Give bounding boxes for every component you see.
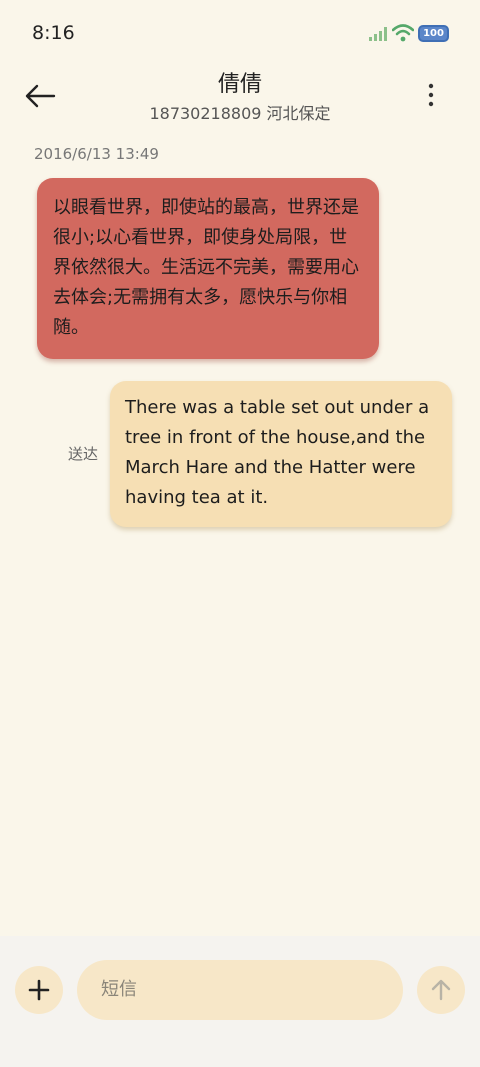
- outgoing-message-bubble[interactable]: There was a table set out under a tree i…: [110, 381, 452, 527]
- contact-name: 倩倩: [217, 72, 262, 97]
- more-vertical-icon[interactable]: [420, 80, 442, 110]
- delivery-status: 送达: [68, 445, 99, 463]
- contact-subtitle: 18730218809 河北保定: [149, 104, 331, 123]
- send-button[interactable]: [417, 966, 465, 1014]
- incoming-message-bubble[interactable]: 以眼看世界，即使站的最高，世界还是很小;以心看世界，即使身处局限，世界依然很大。…: [37, 178, 379, 359]
- add-attachment-button[interactable]: [15, 966, 63, 1014]
- status-bar: 8:16 100: [0, 0, 480, 66]
- message-input[interactable]: 短信: [77, 960, 403, 1020]
- wifi-icon: [392, 24, 414, 42]
- arrow-up-icon: [431, 979, 451, 1001]
- messaging-screen: 8:16 100 倩倩 18730218809 河北保定 2016/6/13 1…: [0, 0, 480, 1067]
- composer-bar: 短信: [0, 936, 480, 1067]
- conversation-header: 倩倩 18730218809 河北保定: [0, 66, 480, 128]
- status-time: 8:16: [32, 22, 75, 44]
- plus-icon: [28, 979, 50, 1001]
- message-timestamp: 2016/6/13 13:49: [34, 145, 159, 163]
- battery-icon: 100: [418, 25, 449, 42]
- signal-icon: [369, 27, 387, 41]
